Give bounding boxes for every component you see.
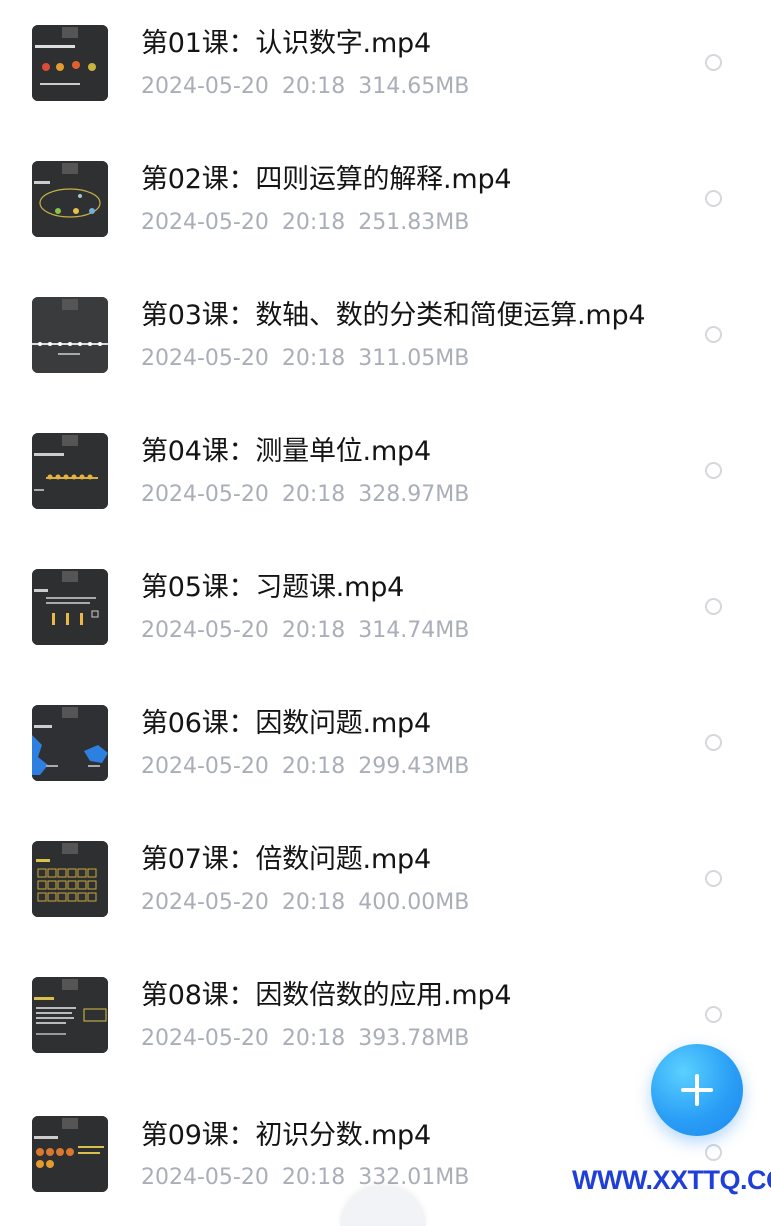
plus-icon — [681, 1074, 713, 1106]
file-meta: 2024-05-20 20:18 328.97MB — [141, 481, 469, 509]
select-radio[interactable] — [705, 54, 722, 71]
video-thumbnail — [32, 161, 108, 237]
file-meta: 2024-05-20 20:18 314.65MB — [141, 73, 469, 101]
file-row[interactable]: 第06课：因数问题.mp4 2024-05-20 20:18 299.43MB — [0, 680, 771, 816]
add-button[interactable] — [651, 1044, 743, 1136]
file-date: 2024-05-20 — [141, 1165, 269, 1190]
select-radio[interactable] — [705, 870, 722, 887]
file-time: 20:18 — [281, 210, 346, 235]
file-date: 2024-05-20 — [141, 482, 269, 507]
file-date: 2024-05-20 — [141, 1026, 269, 1051]
file-time: 20:18 — [281, 74, 346, 99]
video-thumbnail — [32, 705, 108, 781]
select-radio[interactable] — [705, 190, 722, 207]
file-name: 第09课：初识分数.mp4 — [141, 1120, 431, 1151]
file-meta: 2024-05-20 20:18 299.43MB — [141, 753, 469, 781]
file-size: 314.65MB — [358, 74, 470, 99]
file-size: 311.05MB — [358, 346, 470, 371]
file-time: 20:18 — [281, 754, 346, 779]
file-name: 第02课：四则运算的解释.mp4 — [141, 164, 512, 195]
file-time: 20:18 — [281, 890, 346, 915]
select-radio[interactable] — [705, 734, 722, 751]
video-thumbnail — [32, 1116, 108, 1192]
video-thumbnail — [32, 977, 108, 1053]
select-radio[interactable] — [705, 326, 722, 343]
file-date: 2024-05-20 — [141, 74, 269, 99]
watermark-text: WWW.XXTTQ.COM — [572, 1165, 771, 1195]
file-date: 2024-05-20 — [141, 210, 269, 235]
file-row[interactable]: 第05课：习题课.mp4 2024-05-20 20:18 314.74MB — [0, 544, 771, 680]
file-size: 299.43MB — [358, 754, 470, 779]
video-thumbnail — [32, 569, 108, 645]
file-time: 20:18 — [281, 618, 346, 643]
file-name: 第07课：倍数问题.mp4 — [141, 844, 431, 875]
file-meta: 2024-05-20 20:18 332.01MB — [141, 1164, 469, 1192]
file-name: 第04课：测量单位.mp4 — [141, 436, 431, 467]
video-thumbnail — [32, 433, 108, 509]
file-size: 314.74MB — [358, 618, 470, 643]
file-row[interactable]: 第01课：认识数字.mp4 2024-05-20 20:18 314.65MB — [0, 0, 771, 136]
file-size: 328.97MB — [358, 482, 470, 507]
select-radio[interactable] — [705, 598, 722, 615]
file-name: 第06课：因数问题.mp4 — [141, 708, 431, 739]
file-name: 第01课：认识数字.mp4 — [141, 28, 431, 59]
file-date: 2024-05-20 — [141, 618, 269, 643]
file-meta: 2024-05-20 20:18 400.00MB — [141, 889, 469, 917]
file-date: 2024-05-20 — [141, 346, 269, 371]
file-row[interactable]: 第07课：倍数问题.mp4 2024-05-20 20:18 400.00MB — [0, 816, 771, 952]
select-radio[interactable] — [705, 1144, 722, 1161]
file-row[interactable]: 第03课：数轴、数的分类和简便运算.mp4 2024-05-20 20:18 3… — [0, 272, 771, 408]
file-name: 第03课：数轴、数的分类和简便运算.mp4 — [141, 300, 646, 331]
file-size: 400.00MB — [358, 890, 470, 915]
file-meta: 2024-05-20 20:18 314.74MB — [141, 617, 469, 645]
file-meta: 2024-05-20 20:18 311.05MB — [141, 345, 469, 373]
file-row[interactable]: 第04课：测量单位.mp4 2024-05-20 20:18 328.97MB — [0, 408, 771, 544]
file-time: 20:18 — [281, 1026, 346, 1051]
file-meta: 2024-05-20 20:18 251.83MB — [141, 209, 469, 237]
select-radio[interactable] — [705, 1006, 722, 1023]
video-thumbnail — [32, 841, 108, 917]
video-thumbnail — [32, 297, 108, 373]
file-size: 251.83MB — [358, 210, 470, 235]
file-name: 第05课：习题课.mp4 — [141, 572, 405, 603]
file-time: 20:18 — [281, 346, 346, 371]
file-name: 第08课：因数倍数的应用.mp4 — [141, 980, 512, 1011]
file-time: 20:18 — [281, 482, 346, 507]
select-radio[interactable] — [705, 462, 722, 479]
video-thumbnail — [32, 25, 108, 101]
file-meta: 2024-05-20 20:18 393.78MB — [141, 1025, 469, 1053]
file-date: 2024-05-20 — [141, 890, 269, 915]
file-size: 393.78MB — [358, 1026, 470, 1051]
file-list: 第01课：认识数字.mp4 2024-05-20 20:18 314.65MB … — [0, 0, 771, 1200]
file-time: 20:18 — [281, 1165, 346, 1190]
file-date: 2024-05-20 — [141, 754, 269, 779]
file-row[interactable]: 第02课：四则运算的解释.mp4 2024-05-20 20:18 251.83… — [0, 136, 771, 272]
